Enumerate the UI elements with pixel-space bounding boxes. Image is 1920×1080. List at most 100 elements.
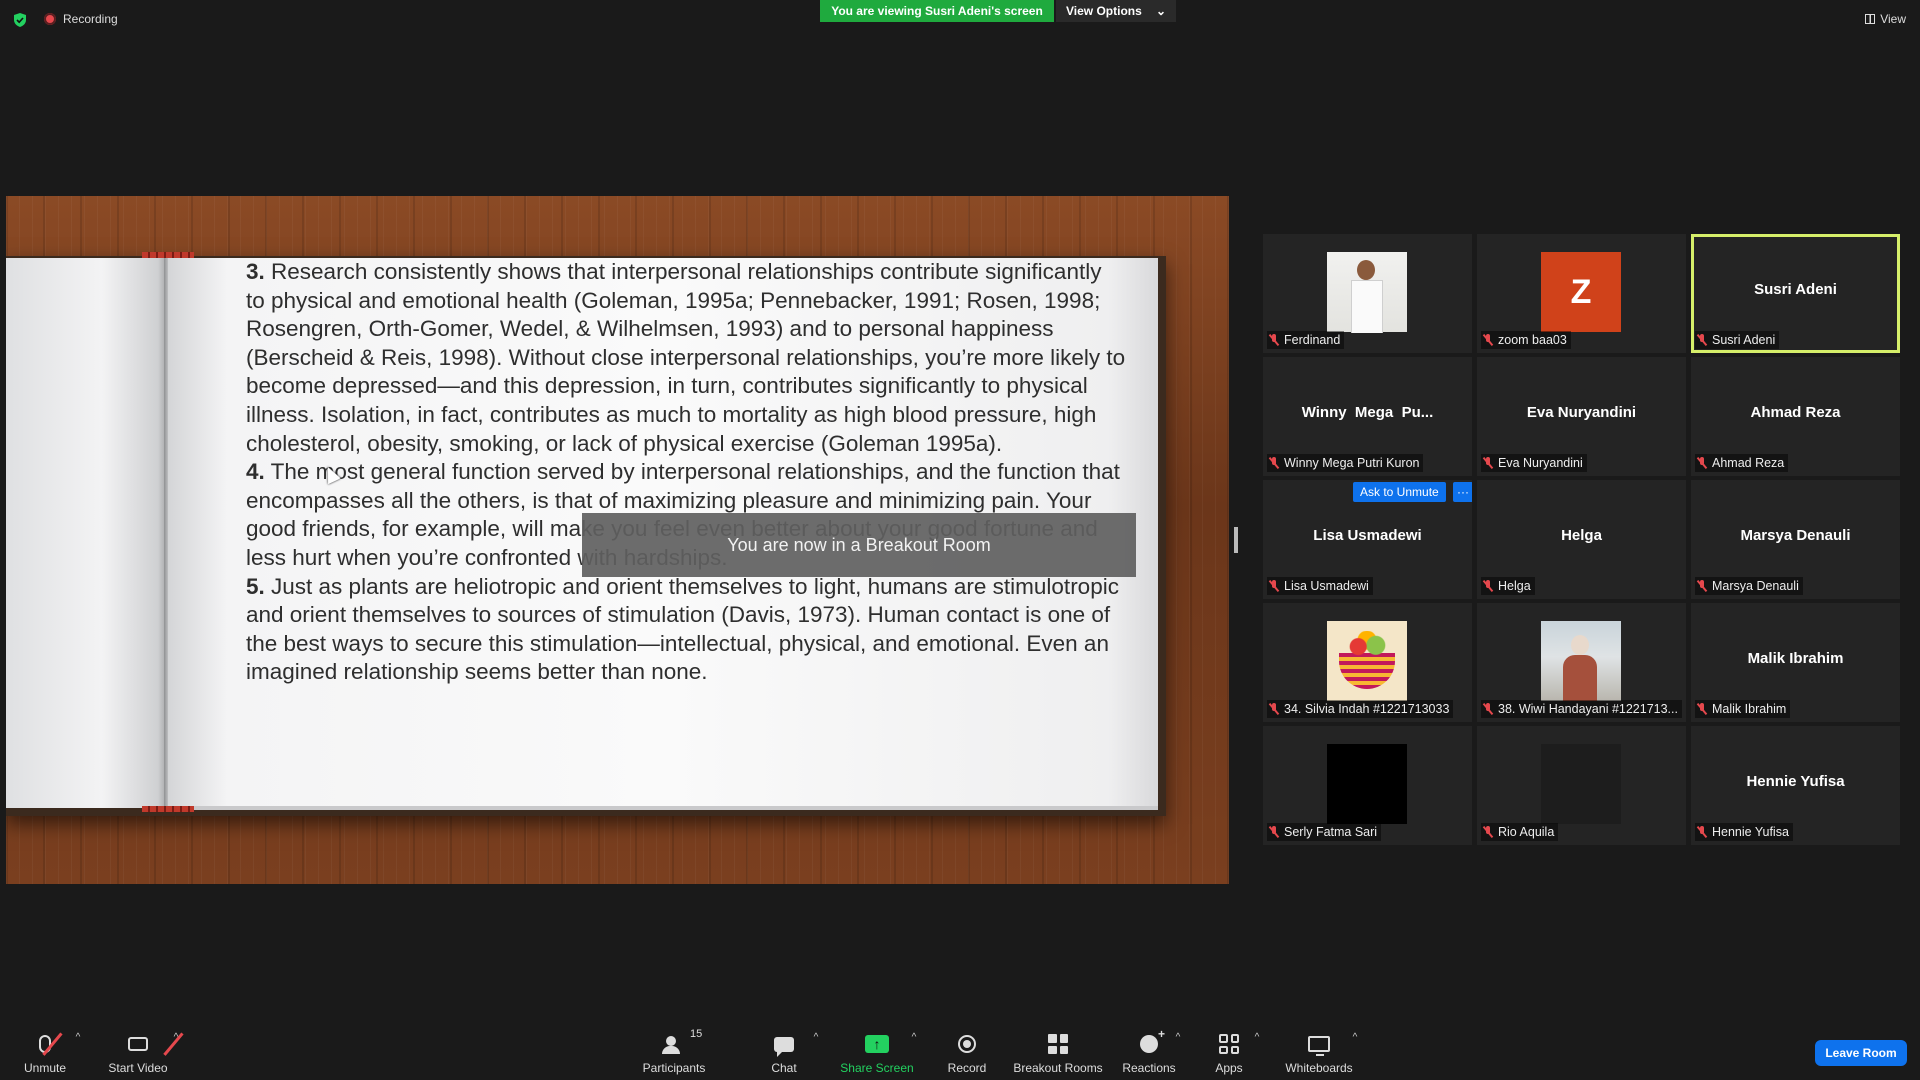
participant-photo: [1327, 744, 1407, 824]
mic-muted-icon: [1269, 334, 1279, 346]
participant-label-text: Rio Aquila: [1498, 825, 1555, 839]
reactions-options-caret[interactable]: ^: [1172, 1032, 1184, 1046]
apps-options-caret[interactable]: ^: [1251, 1032, 1263, 1046]
leave-room-button[interactable]: Leave Room: [1815, 1040, 1907, 1066]
participant-label-text: Lisa Usmadewi: [1284, 579, 1369, 593]
participant-tile[interactable]: 38. Wiwi Handayani #1221713...: [1477, 603, 1686, 722]
audio-options-caret[interactable]: ^: [72, 1032, 84, 1046]
participant-label: Helga: [1481, 577, 1535, 595]
participant-label: Ferdinand: [1267, 331, 1345, 349]
participant-name: Winny Mega Pu...: [1301, 404, 1434, 421]
participant-label-text: Eva Nuryandini: [1498, 456, 1583, 470]
participant-tile[interactable]: Malik Ibrahim Malik Ibrahim: [1691, 603, 1900, 722]
reactions-smiley-icon: [1140, 1027, 1165, 1053]
participant-tile[interactable]: Ask to Unmute ··· Lisa Usmadewi Lisa Usm…: [1263, 480, 1472, 599]
apps-icon: [1219, 1034, 1239, 1054]
participant-label-text: Helga: [1498, 579, 1531, 593]
participant-tile[interactable]: Rio Aquila: [1477, 726, 1686, 845]
participant-name: Susri Adeni: [1754, 281, 1837, 298]
view-label: View: [1880, 12, 1906, 26]
participant-label-text: 34. Silvia Indah #1221713033: [1284, 702, 1450, 716]
participant-label: Susri Adeni: [1695, 331, 1780, 349]
participant-photo: [1327, 252, 1407, 333]
participant-label: Malik Ibrahim: [1695, 700, 1791, 718]
participant-name: Lisa Usmadewi: [1313, 527, 1422, 544]
paragraph-3-number: 3.: [246, 259, 265, 284]
participant-tile[interactable]: 34. Silvia Indah #1221713033: [1263, 603, 1472, 722]
participant-tile[interactable]: Serly Fatma Sari: [1263, 726, 1472, 845]
whiteboards-label: Whiteboards: [1285, 1061, 1353, 1075]
apps-label: Apps: [1215, 1061, 1243, 1075]
view-layout-icon: [1865, 14, 1876, 24]
mic-muted-icon: [1269, 580, 1279, 592]
view-options-dropdown[interactable]: View Options ⌄: [1056, 0, 1176, 22]
panel-resize-handle[interactable]: [1234, 527, 1238, 553]
share-options-caret[interactable]: ^: [908, 1032, 920, 1046]
chat-options-caret[interactable]: ^: [810, 1032, 822, 1046]
recording-dot-icon: [44, 13, 56, 25]
breakout-room-toast: You are now in a Breakout Room: [582, 513, 1136, 577]
video-options-caret[interactable]: ^: [170, 1032, 182, 1046]
participant-tile[interactable]: Ferdinand: [1263, 234, 1472, 353]
chevron-down-icon: ⌄: [1155, 4, 1166, 18]
reactions-label: Reactions: [1122, 1061, 1176, 1075]
paragraph-4-number: 4.: [246, 459, 265, 485]
participant-photo: [1541, 744, 1621, 824]
breakout-rooms-icon: [1048, 1034, 1068, 1054]
paragraph-5-text: Just as plants are heliotropic and orien…: [246, 573, 1119, 685]
participant-name: Helga: [1561, 527, 1602, 544]
participant-name: Malik Ibrahim: [1747, 650, 1844, 667]
whiteboards-options-caret[interactable]: ^: [1349, 1032, 1361, 1046]
participant-label-text: Ferdinand: [1284, 333, 1341, 347]
paragraph-3: 3. Research consistently shows that inte…: [246, 258, 1126, 458]
camera-off-icon: [128, 1037, 148, 1051]
participant-initial-avatar: Z: [1541, 252, 1621, 332]
view-button[interactable]: View: [1865, 12, 1906, 26]
recording-label: Recording: [63, 12, 118, 26]
mic-muted-icon: [1483, 826, 1493, 838]
participant-tile[interactable]: Helga Helga: [1477, 480, 1686, 599]
mic-muted-icon: [1269, 703, 1279, 715]
participant-label: Hennie Yufisa: [1695, 823, 1793, 841]
participant-tile-active-speaker[interactable]: Susri Adeni Susri Adeni: [1691, 234, 1900, 353]
chat-bubble-icon: [774, 1036, 794, 1057]
participant-tile[interactable]: Marsya Denauli Marsya Denauli: [1691, 480, 1900, 599]
paragraph-5: 5. Just as plants are heliotropic and or…: [246, 573, 1126, 687]
participant-label-text: Malik Ibrahim: [1712, 702, 1787, 716]
breakout-rooms-button[interactable]: Breakout Rooms: [1013, 1032, 1103, 1075]
share-screen-label: Share Screen: [840, 1061, 914, 1075]
mic-muted-icon: [1269, 826, 1279, 838]
security-shield-icon[interactable]: [12, 12, 28, 28]
record-button[interactable]: Record: [922, 1032, 1012, 1075]
mic-muted-icon: [1269, 457, 1279, 469]
start-video-label: Start Video: [108, 1061, 168, 1075]
participant-name: Marsya Denauli: [1740, 527, 1851, 544]
participant-tile[interactable]: Z zoom baa03: [1477, 234, 1686, 353]
participant-tile[interactable]: Hennie Yufisa Hennie Yufisa: [1691, 726, 1900, 845]
ask-to-unmute-button[interactable]: Ask to Unmute: [1353, 482, 1446, 502]
more-options-button[interactable]: ···: [1453, 482, 1472, 502]
participant-tile[interactable]: Winny Mega Pu... Winny Mega Putri Kuron: [1263, 357, 1472, 476]
mic-muted-icon: [1697, 457, 1707, 469]
participant-label: Marsya Denauli: [1695, 577, 1803, 595]
participant-gallery: Ferdinand Z zoom baa03 Susri Adeni Susri…: [1263, 234, 1901, 845]
participant-label-text: Winny Mega Putri Kuron: [1284, 456, 1420, 470]
participant-tile[interactable]: Eva Nuryandini Eva Nuryandini: [1477, 357, 1686, 476]
participant-photo: [1541, 621, 1621, 701]
participant-name: Ahmad Reza: [1750, 404, 1841, 421]
bookmark-ribbon-bottom: [142, 806, 194, 812]
participant-tile[interactable]: Ahmad Reza Ahmad Reza: [1691, 357, 1900, 476]
mic-muted-icon: [1697, 580, 1707, 592]
participant-label-text: Ahmad Reza: [1712, 456, 1785, 470]
view-options-label: View Options: [1066, 4, 1142, 18]
participant-label: Lisa Usmadewi: [1267, 577, 1373, 595]
participants-button[interactable]: 15 Participants: [629, 1028, 719, 1075]
participant-label: 34. Silvia Indah #1221713033: [1267, 700, 1454, 718]
recording-indicator[interactable]: Recording: [44, 12, 118, 26]
participant-name: Eva Nuryandini: [1526, 404, 1637, 421]
mic-muted-icon: [1697, 703, 1707, 715]
participants-count: 15: [690, 1028, 703, 1040]
participant-label: Rio Aquila: [1481, 823, 1559, 841]
participant-name: Hennie Yufisa: [1746, 773, 1845, 790]
shared-screen[interactable]: 3. Research consistently shows that inte…: [6, 196, 1229, 884]
